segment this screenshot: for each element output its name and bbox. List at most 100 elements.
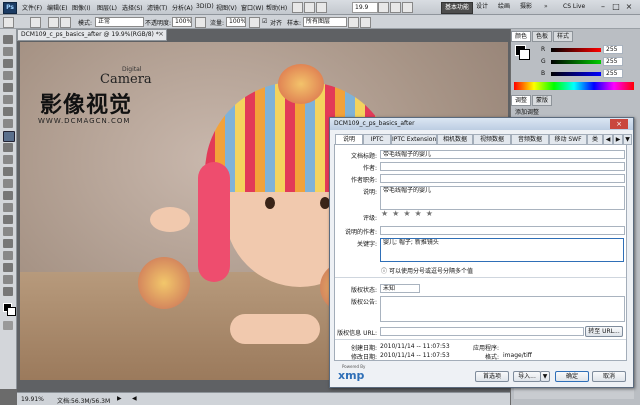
zoom-select[interactable]: 19.9: [352, 2, 378, 13]
brush-panel-icon[interactable]: [48, 17, 59, 28]
3d-rotate-tool-icon[interactable]: [3, 251, 13, 260]
zoom-icon[interactable]: [390, 2, 401, 13]
workspace-painting[interactable]: 绘画: [495, 2, 513, 12]
brush-tool-icon[interactable]: [3, 119, 13, 128]
menu-image[interactable]: 图像(I): [72, 3, 90, 12]
clone-source-icon[interactable]: [60, 17, 71, 28]
tab-masks[interactable]: 蒙版: [532, 95, 553, 106]
copyright-notice-textarea[interactable]: [380, 296, 625, 322]
channel-r-value[interactable]: 255: [603, 45, 623, 54]
menu-layer[interactable]: 图层(L): [97, 3, 117, 12]
workspace-photography[interactable]: 摄影: [517, 2, 535, 12]
mode-select[interactable]: 正常: [95, 17, 144, 27]
copyright-url-input[interactable]: [380, 327, 584, 336]
workspace-essentials[interactable]: 基本功能: [441, 2, 474, 14]
pen-tool-icon[interactable]: [3, 203, 13, 212]
workspace-design[interactable]: 设计: [473, 2, 491, 12]
maximize-icon[interactable]: □: [610, 1, 622, 12]
menu-file[interactable]: 文件(F): [22, 3, 42, 12]
preferences-button[interactable]: 首选项: [475, 371, 509, 382]
path-select-tool-icon[interactable]: [3, 227, 13, 236]
document-tab[interactable]: DCM109_c_ps_basics_after @ 19.9%(RGB/8) …: [17, 29, 167, 41]
background-color-swatch[interactable]: [7, 307, 16, 316]
hand-tool-icon[interactable]: [3, 275, 13, 284]
panel-bg-swatch[interactable]: [519, 49, 530, 60]
rating-stars[interactable]: ★ ★ ★ ★ ★: [381, 209, 433, 218]
tab-swatches[interactable]: 色板: [532, 31, 553, 42]
star-icon[interactable]: ★: [381, 209, 388, 218]
minimize-icon[interactable]: –: [597, 1, 609, 12]
import-dropdown-icon[interactable]: ▼: [540, 371, 550, 382]
tab-adjustments[interactable]: 调整: [511, 95, 532, 106]
lasso-tool-icon[interactable]: [3, 59, 13, 68]
star-icon[interactable]: ★: [426, 209, 433, 218]
airbrush-icon[interactable]: [249, 17, 260, 28]
menu-filter[interactable]: 滤镜(T): [147, 3, 167, 12]
description-textarea[interactable]: 带毛线帽子的婴儿: [380, 186, 625, 210]
star-icon[interactable]: ★: [403, 209, 410, 218]
doc-title-input[interactable]: 带毛线帽子的婴儿: [380, 150, 625, 159]
move-tool-icon[interactable]: [3, 35, 13, 44]
cancel-button[interactable]: 取消: [592, 371, 626, 382]
eyedropper-tool-icon[interactable]: [3, 95, 13, 104]
crop-tool-icon[interactable]: [3, 83, 13, 92]
quick-mask-icon[interactable]: [3, 321, 13, 330]
align-checkbox-icon[interactable]: ☑: [262, 18, 267, 25]
copyright-status-select[interactable]: 未知: [380, 284, 420, 293]
channel-b-slider[interactable]: [551, 72, 601, 76]
status-arrow-icon[interactable]: ▶: [117, 395, 122, 402]
menu-3d[interactable]: 3D(D): [196, 3, 214, 10]
3d-orbit-tool-icon[interactable]: [3, 263, 13, 272]
status-zoom[interactable]: 19.91%: [21, 396, 44, 403]
zoom-tool-icon[interactable]: [3, 287, 13, 296]
keywords-textarea[interactable]: 婴儿; 帽子; 新推镜头: [380, 238, 624, 262]
bridge-icon[interactable]: [292, 2, 303, 13]
dodge-tool-icon[interactable]: [3, 191, 13, 200]
clone-stamp-tool-icon[interactable]: [3, 131, 15, 142]
star-icon[interactable]: ★: [392, 209, 399, 218]
flow-field[interactable]: 100%: [226, 17, 246, 27]
tool-preset-icon[interactable]: [3, 17, 14, 28]
import-button[interactable]: 导入...: [513, 371, 541, 382]
marquee-tool-icon[interactable]: [3, 47, 13, 56]
type-tool-icon[interactable]: [3, 215, 13, 224]
close-icon[interactable]: ×: [623, 1, 635, 12]
channel-g-slider[interactable]: [551, 60, 601, 64]
pressure-opacity-icon[interactable]: [195, 17, 206, 28]
history-brush-tool-icon[interactable]: [3, 143, 13, 152]
arrange-icon[interactable]: [402, 2, 413, 13]
pressure-size-icon[interactable]: [360, 17, 371, 28]
menu-view[interactable]: 视图(V): [216, 3, 237, 12]
cs-live-button[interactable]: CS Live: [560, 2, 588, 12]
sample-select[interactable]: 所有图层: [303, 17, 347, 27]
desc-writer-input[interactable]: [380, 226, 625, 235]
doc-close-icon[interactable]: ×: [158, 30, 164, 38]
gradient-tool-icon[interactable]: [3, 167, 13, 176]
tab-styles[interactable]: 样式: [553, 31, 574, 42]
dialog-close-icon[interactable]: ×: [610, 119, 628, 129]
blur-tool-icon[interactable]: [3, 179, 13, 188]
channel-r-slider[interactable]: [551, 48, 601, 52]
ok-button[interactable]: 确定: [555, 371, 589, 382]
scroll-left-icon[interactable]: ◀: [132, 395, 137, 402]
eraser-tool-icon[interactable]: [3, 155, 13, 164]
menu-analysis[interactable]: 分析(A): [172, 3, 193, 12]
minibridge-icon[interactable]: [304, 2, 315, 13]
channel-g-value[interactable]: 255: [603, 57, 623, 66]
tab-color[interactable]: 颜色: [511, 31, 532, 42]
opacity-field[interactable]: 100%: [172, 17, 192, 27]
goto-url-button[interactable]: 转至 URL...: [585, 326, 623, 337]
brush-preset-icon[interactable]: [30, 17, 41, 28]
healing-tool-icon[interactable]: [3, 107, 13, 116]
author-title-input[interactable]: [380, 174, 625, 183]
hand-icon[interactable]: [378, 2, 389, 13]
channel-b-value[interactable]: 255: [603, 69, 623, 78]
quick-select-tool-icon[interactable]: [3, 71, 13, 80]
menu-edit[interactable]: 编辑(E): [47, 3, 67, 12]
menu-window[interactable]: 窗口(W): [241, 3, 264, 12]
star-icon[interactable]: ★: [415, 209, 422, 218]
menu-select[interactable]: 选择(S): [122, 3, 143, 12]
author-input[interactable]: [380, 162, 625, 171]
more-workspaces-icon[interactable]: »: [541, 2, 551, 12]
color-ramp[interactable]: [514, 82, 634, 90]
